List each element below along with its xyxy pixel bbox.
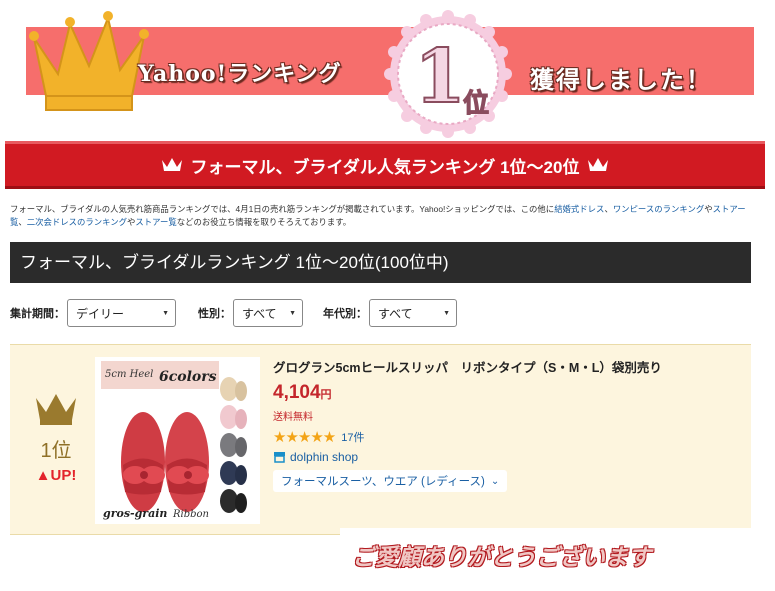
link-onepiece-ranking[interactable]: ワンピースのランキング xyxy=(613,204,704,214)
svg-text:gros-grain: gros-grain xyxy=(103,507,167,520)
review-count[interactable]: 17件 xyxy=(341,429,364,445)
dropdown-arrow-icon: ▼ xyxy=(443,309,450,317)
chevron-down-icon: ⌄ xyxy=(490,475,500,487)
first-place-badge: 1 位 xyxy=(384,10,512,138)
rank-column: 1位 ▲UP! xyxy=(30,390,82,484)
link-party-dress-ranking[interactable]: 二次会ドレスのランキング xyxy=(27,217,127,227)
ranking-title: フォーマル、ブライダル人気ランキング 1位〜20位 xyxy=(190,157,580,177)
dropdown-arrow-icon: ▼ xyxy=(162,309,169,317)
product-price: 4,104円 xyxy=(273,382,332,403)
banner-left-text: Yahoo!ランキング xyxy=(138,61,342,87)
section-header: フォーマル、ブライダルランキング 1位〜20位(100位中) xyxy=(10,242,751,283)
rank-number: 1位 xyxy=(40,440,72,462)
svg-text:5cm Heel: 5cm Heel xyxy=(105,369,153,380)
link-store-list-2[interactable]: ストアー覧 xyxy=(135,217,176,227)
period-label: 集計期間： xyxy=(10,308,65,320)
period-select[interactable]: デイリー ▼ xyxy=(67,299,176,327)
thanks-message: ご愛顧ありがとうございます xyxy=(340,528,770,580)
badge-suffix: 位 xyxy=(463,88,489,119)
age-select[interactable]: すべて ▼ xyxy=(369,299,457,327)
badge-number: 1 xyxy=(414,34,466,120)
star-rating-icon: ★★★★★ xyxy=(273,429,336,446)
ranking-description: フォーマル、ブライダルの人気売れ筋商品ランキングでは、4月1日の売れ筋ランキング… xyxy=(10,204,746,227)
rating-row: ★★★★★ 17件 xyxy=(273,428,743,446)
product-image[interactable]: 5cm Heel 6colors gros-grain Ribbon xyxy=(95,357,260,524)
slipper-photo: 5cm Heel 6colors gros-grain Ribbon xyxy=(95,357,260,524)
shop-name: dolphin shop xyxy=(290,450,359,464)
banner-right-text: 獲得しました！ xyxy=(530,65,712,94)
crown-icon xyxy=(161,158,182,171)
ranking-title-bar: フォーマル、ブライダル人気ランキング 1位〜20位 xyxy=(5,141,765,189)
link-wedding-dress[interactable]: 結婚式ドレス xyxy=(554,204,604,214)
product-info: グログラン5cmヒールスリッパ リボンタイプ（S・M・L）袋別売り 4,104円… xyxy=(273,357,743,492)
store-icon xyxy=(274,452,285,463)
shipping-badge: 送料無料 xyxy=(273,412,313,423)
category-tag[interactable]: フォーマルスーツ、ウエア (レディース) ⌄ xyxy=(273,470,508,492)
crown-icon xyxy=(29,11,149,111)
filter-bar: 集計期間： デイリー ▼ 性別： すべて ▼ 年代別： すべて ▼ xyxy=(10,298,457,328)
crown-icon xyxy=(36,394,76,425)
rank-change: ▲UP! xyxy=(35,467,77,484)
svg-text:6colors: 6colors xyxy=(159,369,217,385)
shop-link[interactable]: dolphin shop xyxy=(273,450,743,464)
crown-icon xyxy=(588,158,609,171)
ranking-item: 1位 ▲UP! 5cm Heel 6colors gros-grain Ribb… xyxy=(10,344,751,535)
age-label: 年代別： xyxy=(323,308,367,320)
gender-select[interactable]: すべて ▼ xyxy=(233,299,303,327)
product-name[interactable]: グログラン5cmヒールスリッパ リボンタイプ（S・M・L）袋別売り xyxy=(273,357,743,376)
gender-label: 性別： xyxy=(198,308,231,320)
svg-text:Ribbon: Ribbon xyxy=(172,509,209,520)
dropdown-arrow-icon: ▼ xyxy=(289,309,296,317)
